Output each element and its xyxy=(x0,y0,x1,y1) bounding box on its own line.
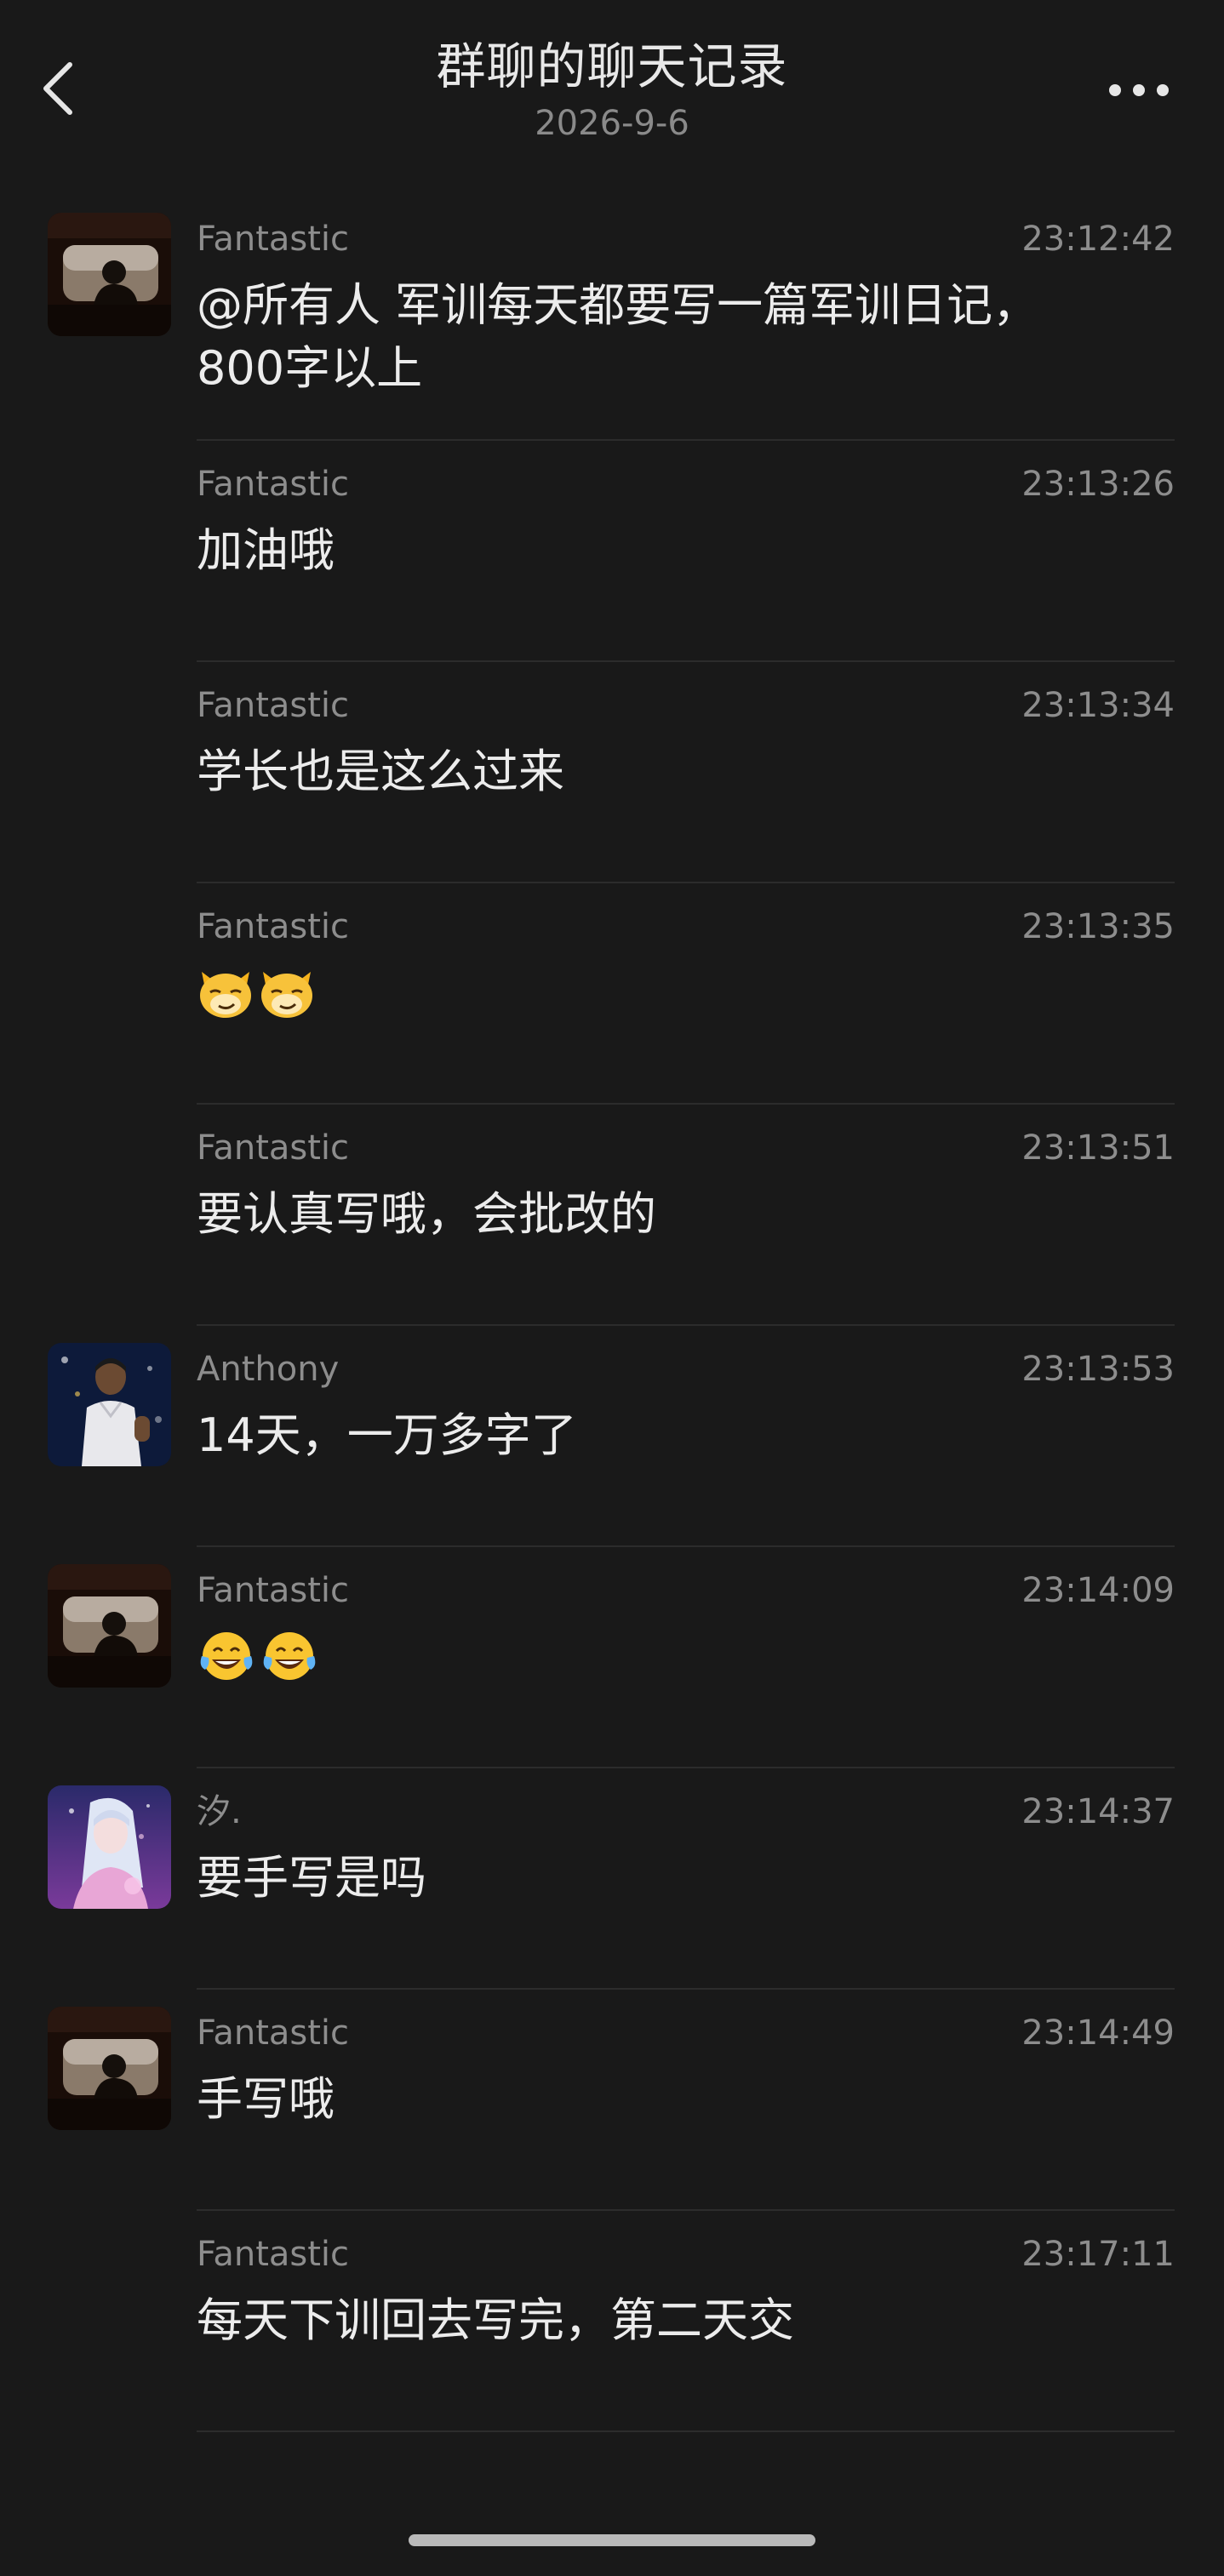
message-text: 学长也是这么过来 xyxy=(197,745,564,798)
message-text: 14天，一万多字了 xyxy=(197,1408,577,1462)
sender-name: Fantastic xyxy=(197,465,350,504)
message-item[interactable]: Fantastic 23:14:09 xyxy=(0,1547,1224,1768)
message-list: Fantastic 23:12:42 @所有人 军训每天都要写一篇军训日记， 8… xyxy=(0,196,1224,2432)
sender-name: Fantastic xyxy=(197,686,350,725)
message-time: 23:14:49 xyxy=(1021,2013,1175,2053)
message-item[interactable]: Fantastic 23:13:26 加油哦 xyxy=(0,441,1224,662)
window-silhouette-avatar-icon xyxy=(48,213,171,336)
message-time: 23:14:37 xyxy=(1021,1792,1175,1831)
more-dots-icon xyxy=(1109,84,1169,96)
emoji-row xyxy=(197,963,316,1025)
avatar[interactable] xyxy=(48,2007,171,2130)
emoji-row xyxy=(197,1627,319,1688)
sender-name: 汐. xyxy=(197,1792,242,1831)
sender-name: Anthony xyxy=(197,1350,340,1389)
sender-name: Fantastic xyxy=(197,2013,350,2053)
anime-girl-avatar-icon xyxy=(48,1785,171,1909)
message-item[interactable]: Fantastic 23:13:51 要认真写哦，会批改的 xyxy=(0,1105,1224,1326)
sender-name: Fantastic xyxy=(197,907,350,946)
avatar[interactable] xyxy=(48,1343,171,1466)
smirk-cat-emoji-icon xyxy=(261,972,312,1018)
header-bar: 群聊的聊天记录 2026-9-6 xyxy=(0,0,1224,162)
message-item[interactable]: Fantastic 23:17:11 每天下训回去写完，第二天交 xyxy=(0,2211,1224,2432)
message-time: 23:13:51 xyxy=(1021,1128,1175,1168)
sender-name: Fantastic xyxy=(197,1128,350,1168)
avatar[interactable] xyxy=(48,213,171,336)
smirk-cat-emoji-icon xyxy=(200,972,251,1018)
avatar[interactable] xyxy=(48,1785,171,1909)
message-item[interactable]: Fantastic 23:13:35 xyxy=(0,883,1224,1105)
page-subtitle-date: 2026-9-6 xyxy=(535,104,689,143)
message-text: 手写哦 xyxy=(197,2072,335,2126)
message-time: 23:12:42 xyxy=(1021,220,1175,259)
message-time: 23:13:26 xyxy=(1021,465,1175,504)
message-text: 要手写是吗 xyxy=(197,1851,426,1905)
sender-name: Fantastic xyxy=(197,220,350,259)
message-time: 23:13:34 xyxy=(1021,686,1175,725)
message-item[interactable]: Anthony 23:13:53 14天，一万多字了 xyxy=(0,1326,1224,1547)
sender-name: Fantastic xyxy=(197,2235,350,2274)
message-time: 23:14:09 xyxy=(1021,1571,1175,1610)
page-title: 群聊的聊天记录 xyxy=(436,37,788,95)
sender-name: Fantastic xyxy=(197,1571,350,1610)
divider xyxy=(197,2430,1175,2432)
message-time: 23:17:11 xyxy=(1021,2235,1175,2274)
message-text: 每天下训回去写完，第二天交 xyxy=(197,2293,794,2347)
message-item[interactable]: 汐. 23:14:37 要手写是吗 xyxy=(0,1768,1224,1990)
home-indicator[interactable] xyxy=(409,2534,815,2546)
avatar[interactable] xyxy=(48,1564,171,1688)
window-silhouette-avatar-icon xyxy=(48,2007,171,2130)
basketball-player-avatar-icon xyxy=(48,1343,171,1466)
message-text: 加油哦 xyxy=(197,523,335,577)
window-silhouette-avatar-icon xyxy=(48,1564,171,1688)
message-item[interactable]: Fantastic 23:12:42 @所有人 军训每天都要写一篇军训日记， 8… xyxy=(0,196,1224,441)
message-item[interactable]: Fantastic 23:13:34 学长也是这么过来 xyxy=(0,662,1224,883)
tears-of-joy-emoji-icon xyxy=(263,1632,316,1680)
message-text: 要认真写哦，会批改的 xyxy=(197,1187,656,1241)
message-time: 23:13:35 xyxy=(1021,907,1175,946)
more-button[interactable] xyxy=(1105,77,1173,104)
message-time: 23:13:53 xyxy=(1021,1350,1175,1389)
tears-of-joy-emoji-icon xyxy=(200,1632,253,1680)
message-item[interactable]: Fantastic 23:14:49 手写哦 xyxy=(0,1990,1224,2211)
message-text: @所有人 军训每天都要写一篇军训日记， 800字以上 xyxy=(197,278,1039,395)
